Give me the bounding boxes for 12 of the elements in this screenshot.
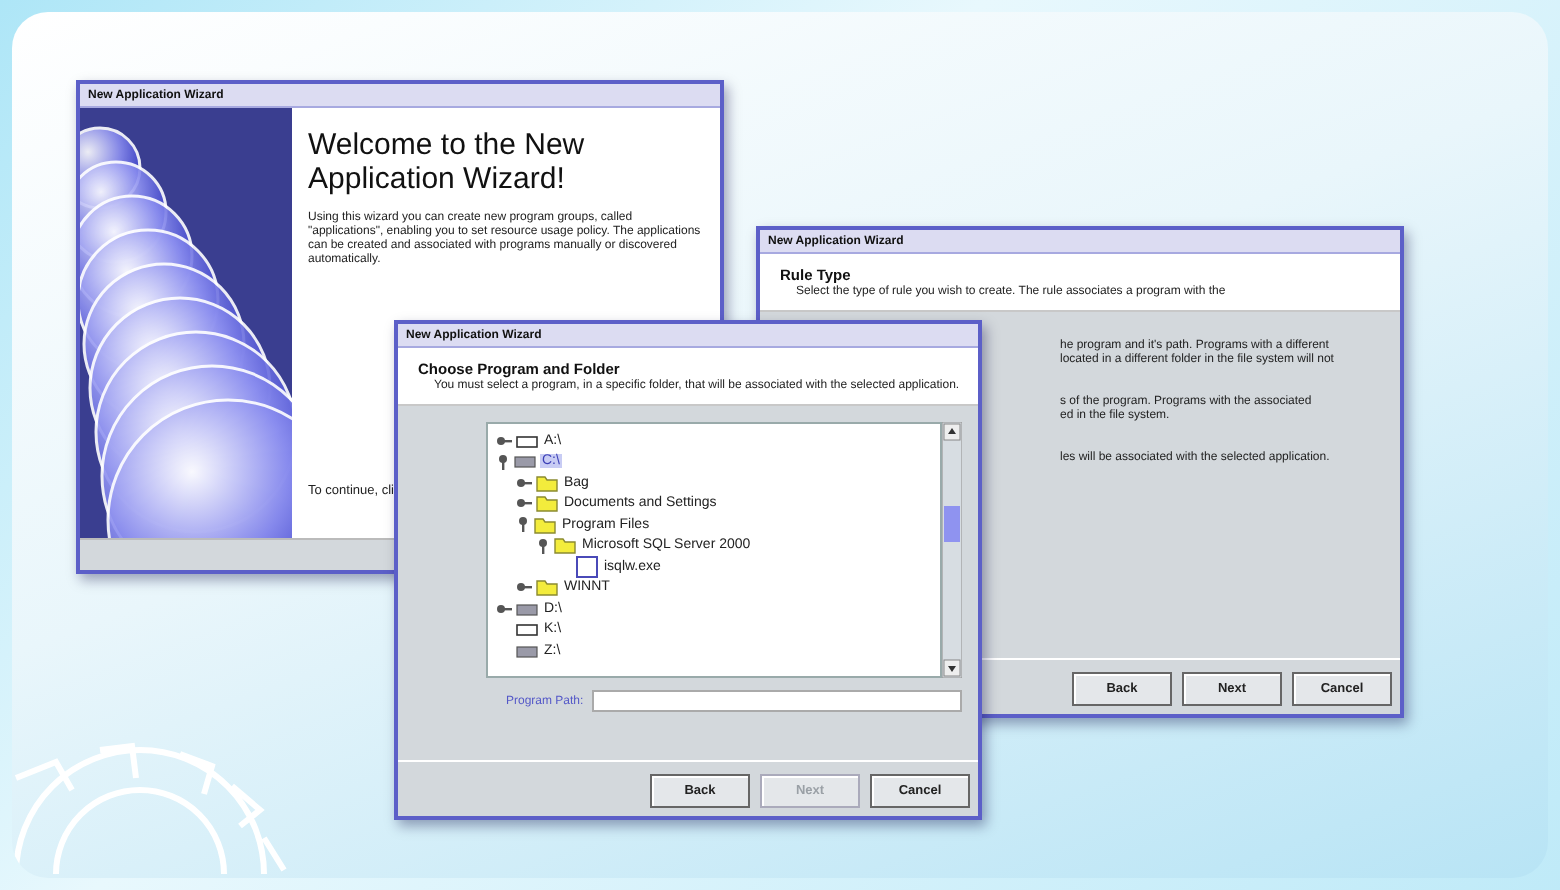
drive-icon <box>516 643 538 658</box>
file-icon <box>576 555 598 578</box>
program-path-field[interactable] <box>591 690 962 712</box>
disk-drive-icon <box>516 433 538 448</box>
welcome-heading: Welcome to the New Application Wizard! <box>308 128 587 196</box>
folder-icon <box>534 515 556 534</box>
drive-icon <box>516 601 538 616</box>
drive-icon <box>514 454 536 469</box>
folder-icon <box>536 494 558 513</box>
disk-drive-icon <box>516 622 538 637</box>
folder-icon <box>536 578 558 597</box>
folder-icon <box>536 473 558 492</box>
